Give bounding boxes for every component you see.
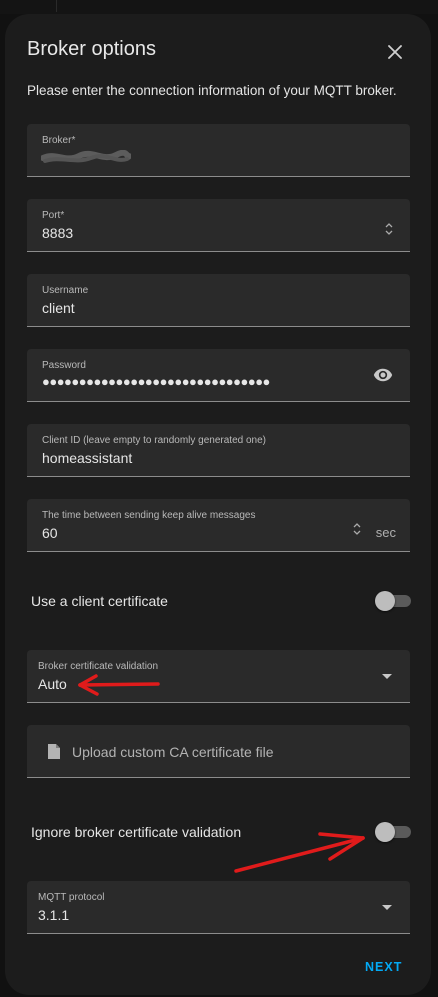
dialog-subtitle: Please enter the connection information … xyxy=(27,83,397,98)
username-field[interactable]: Username client xyxy=(27,274,410,327)
keepalive-suffix: sec xyxy=(375,525,396,540)
client-cert-toggle[interactable] xyxy=(375,591,411,611)
client-cert-label: Use a client certificate xyxy=(31,593,168,609)
chevron-down-icon xyxy=(382,905,392,910)
keepalive-value: 60 xyxy=(42,525,58,541)
ignore-validation-label: Ignore broker certificate validation xyxy=(31,824,242,840)
broker-field[interactable]: Broker* xyxy=(27,124,410,177)
protocol-label: MQTT protocol xyxy=(38,892,105,903)
port-label: Port* xyxy=(42,210,65,221)
close-button[interactable] xyxy=(381,38,409,66)
spinner-icon[interactable] xyxy=(352,521,362,537)
redaction-scribble xyxy=(41,150,131,163)
eye-icon[interactable] xyxy=(373,365,393,385)
broker-label: Broker* xyxy=(42,135,76,146)
protocol-value: 3.1.1 xyxy=(38,907,70,923)
cert-validation-select[interactable]: Broker certificate validation Auto xyxy=(27,650,410,703)
chevron-down-icon xyxy=(382,674,392,679)
toggle-thumb xyxy=(375,591,395,611)
port-value: 8883 xyxy=(42,225,74,241)
toggle-thumb xyxy=(375,822,395,842)
ignore-validation-toggle[interactable] xyxy=(375,822,411,842)
dialog-title: Broker options xyxy=(27,38,156,60)
password-field[interactable]: Password ●●●●●●●●●●●●●●●●●●●●●●●●●●●●●●● xyxy=(27,349,410,402)
close-icon xyxy=(388,45,402,59)
protocol-select[interactable]: MQTT protocol 3.1.1 xyxy=(27,881,410,934)
keepalive-label: The time between sending keep alive mess… xyxy=(42,510,256,521)
cert-validation-label: Broker certificate validation xyxy=(38,661,159,672)
client-id-value: homeassistant xyxy=(42,450,133,466)
broker-options-dialog: Broker options Please enter the connecti… xyxy=(5,14,431,995)
upload-ca-button[interactable]: Upload custom CA certificate file xyxy=(27,725,410,778)
username-value: client xyxy=(42,300,75,316)
background-divider xyxy=(56,0,57,12)
password-value: ●●●●●●●●●●●●●●●●●●●●●●●●●●●●●●● xyxy=(42,374,270,389)
file-icon xyxy=(48,744,60,759)
password-label: Password xyxy=(42,360,86,371)
client-id-label: Client ID (leave empty to randomly gener… xyxy=(42,435,267,446)
client-id-field[interactable]: Client ID (leave empty to randomly gener… xyxy=(27,424,410,477)
cert-validation-value: Auto xyxy=(38,676,67,692)
port-field[interactable]: Port* 8883 xyxy=(27,199,410,252)
upload-label: Upload custom CA certificate file xyxy=(72,744,274,760)
username-label: Username xyxy=(42,285,89,296)
background-window xyxy=(0,0,438,14)
spinner-icon[interactable] xyxy=(384,221,394,237)
next-button[interactable]: NEXT xyxy=(365,960,402,974)
keepalive-field[interactable]: The time between sending keep alive mess… xyxy=(27,499,410,552)
